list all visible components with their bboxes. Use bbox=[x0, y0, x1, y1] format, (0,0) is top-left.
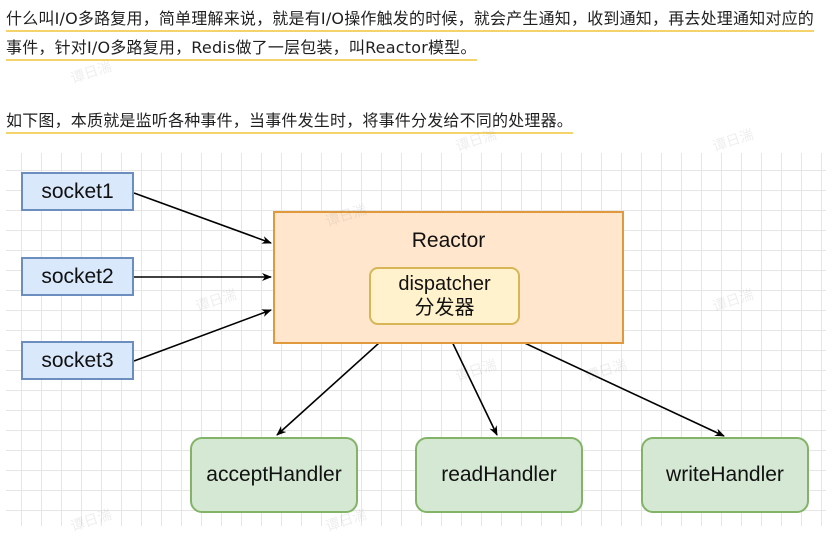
intro-paragraph-text: 什么叫I/O多路复用，简单理解来说，就是有I/O操作触发的时候，就会产生通知，收… bbox=[6, 9, 815, 61]
write-handler-label: writeHandler bbox=[666, 463, 784, 486]
arrow-socket3-reactor bbox=[133, 309, 272, 362]
socket2-box: socket2 bbox=[21, 257, 134, 296]
reactor-diagram: socket1 socket2 socket3 Reactor dispatch… bbox=[6, 153, 826, 526]
write-handler-box: writeHandler bbox=[641, 437, 809, 513]
read-handler-label: readHandler bbox=[441, 463, 557, 486]
arrow-socket1-reactor bbox=[133, 192, 272, 244]
accept-handler-box: acceptHandler bbox=[190, 437, 358, 513]
dispatcher-label-zh: 分发器 bbox=[414, 297, 475, 319]
intro-paragraph: 什么叫I/O多路复用，简单理解来说，就是有I/O操作触发的时候，就会产生通知，收… bbox=[6, 4, 824, 62]
socket2-label: socket2 bbox=[41, 264, 114, 288]
read-handler-box: readHandler bbox=[415, 437, 583, 513]
dispatcher-box: dispatcher 分发器 bbox=[369, 267, 520, 325]
socket3-box: socket3 bbox=[21, 341, 134, 380]
socket1-box: socket1 bbox=[21, 172, 134, 211]
figure-intro-paragraph: 如下图，本质就是监听各种事件，当事件发生时，将事件分发给不同的处理器。 bbox=[6, 106, 824, 135]
figure-intro-text: 如下图，本质就是监听各种事件，当事件发生时，将事件分发给不同的处理器。 bbox=[6, 111, 574, 134]
socket1-label: socket1 bbox=[41, 179, 114, 203]
reactor-label: Reactor bbox=[411, 229, 486, 252]
dispatcher-label: dispatcher bbox=[398, 273, 491, 295]
accept-handler-label: acceptHandler bbox=[206, 463, 342, 486]
socket3-label: socket3 bbox=[41, 348, 114, 372]
